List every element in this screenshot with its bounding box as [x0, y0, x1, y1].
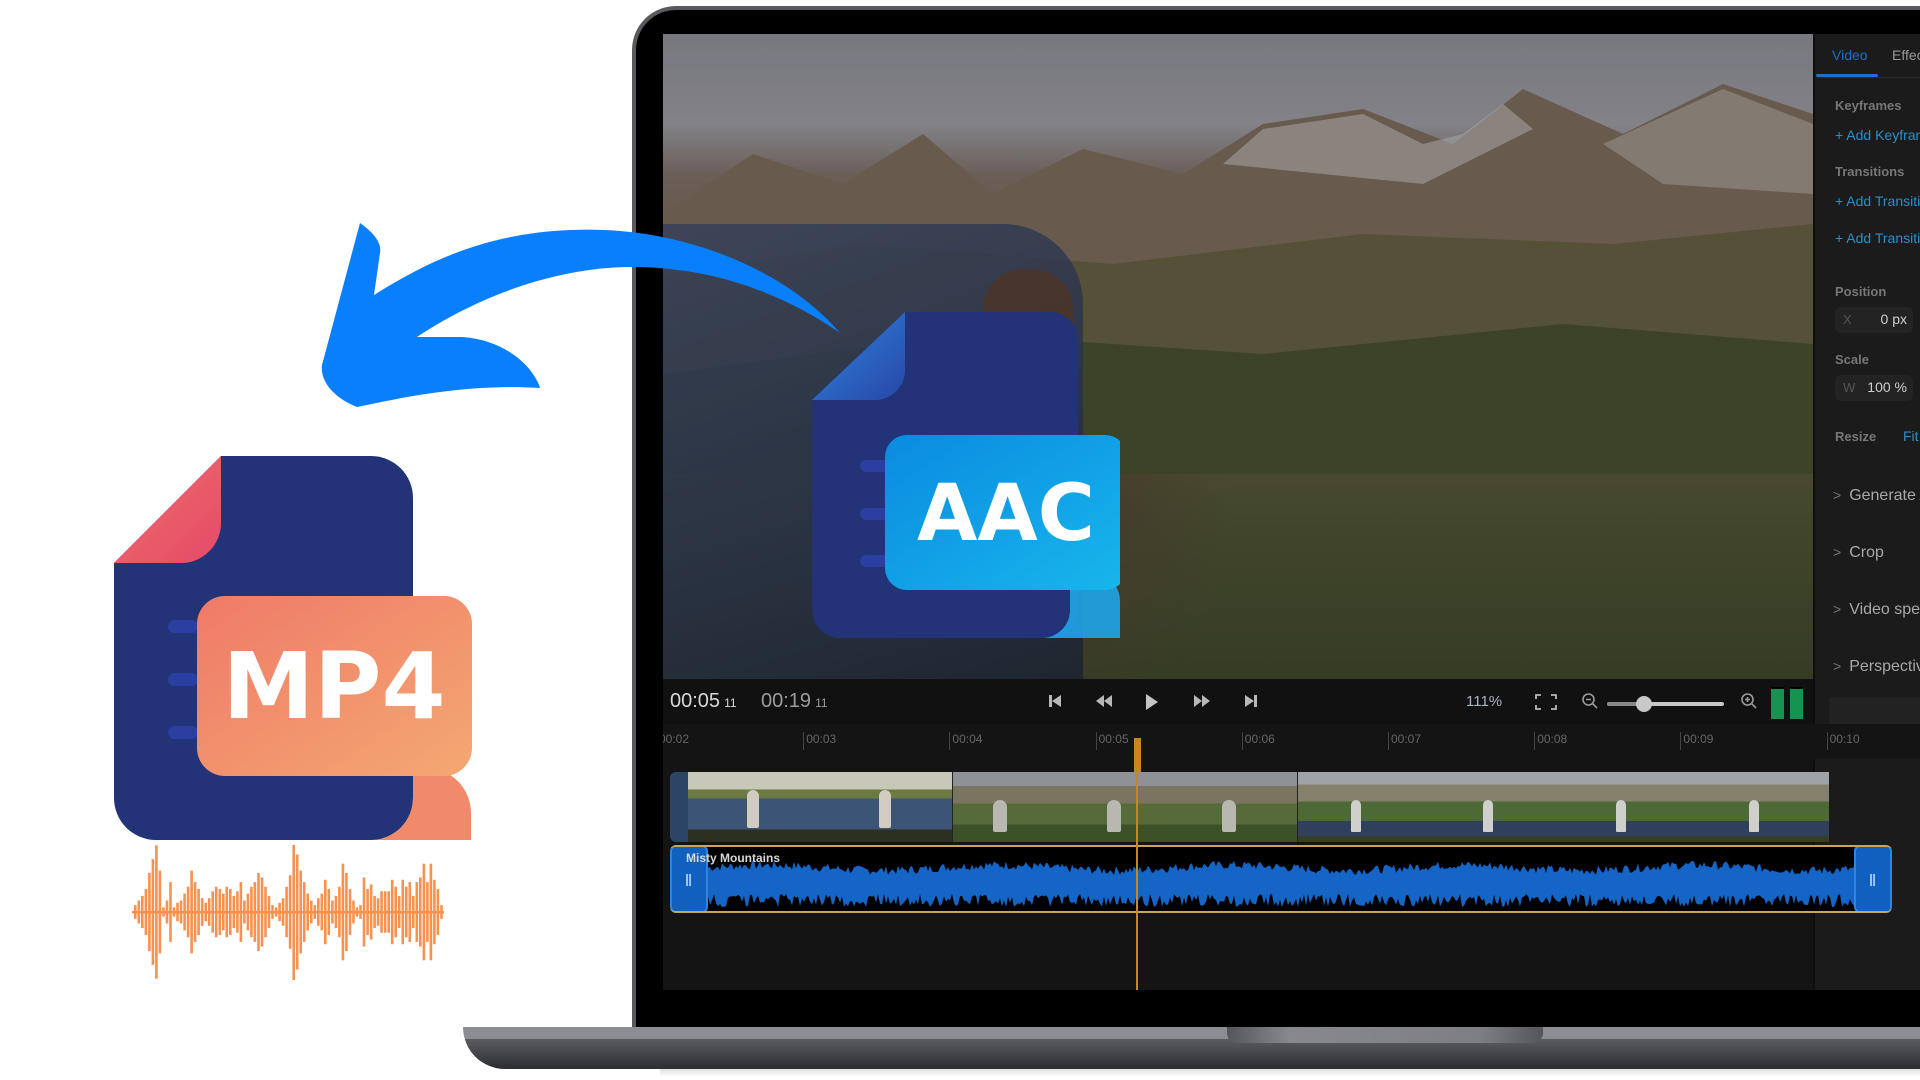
- resize-label: Resize: [1835, 429, 1877, 444]
- transport-bar: 00:05 11 00:19 11 111%: [663, 679, 1813, 724]
- scale-w-value: 100 %: [1867, 379, 1907, 395]
- tab-video[interactable]: Video: [1832, 47, 1868, 63]
- video-thumbnail: [1696, 772, 1829, 842]
- ruler-tick: 00:02: [663, 732, 690, 746]
- ruler-tick: 00:06: [1241, 732, 1275, 750]
- panel-tabs: Video Effects: [1815, 34, 1920, 78]
- section-crop[interactable]: > Crop: [1833, 544, 1884, 562]
- section-perspective[interactable]: >Perspective: [1833, 658, 1920, 676]
- total-duration: 00:19 11: [761, 690, 828, 712]
- ruler-tick: 00:05: [1095, 732, 1129, 750]
- video-thumbnail: [688, 772, 820, 842]
- video-thumbnail: [820, 772, 952, 842]
- active-tab-indicator: [1816, 74, 1878, 77]
- skip-to-start-icon[interactable]: [1048, 693, 1062, 709]
- audio-track[interactable]: Misty Mountains: [670, 845, 1892, 913]
- ruler-tick: 00:10: [1826, 732, 1860, 750]
- grip-icon: [1870, 874, 1875, 886]
- laptop-base: [463, 1027, 1920, 1069]
- zoom-percent: 111%: [1466, 693, 1503, 710]
- video-thumbnail: [1563, 772, 1696, 842]
- video-thumbnail: [1182, 772, 1297, 842]
- laptop-shadow: [660, 1069, 1920, 1077]
- playhead-line: [1135, 772, 1138, 990]
- position-label: Position: [1835, 284, 1887, 299]
- ruler-tick: 00:04: [949, 732, 982, 750]
- scale-w-field[interactable]: W 100 %: [1835, 375, 1913, 401]
- audio-meter-left: [1771, 687, 1784, 719]
- laptop-notch: [1227, 1027, 1543, 1043]
- slider-thumb[interactable]: [1636, 696, 1653, 712]
- mp4-file-icon: MP4: [114, 456, 472, 840]
- play-icon[interactable]: [1145, 693, 1159, 711]
- video-thumbnail: [1067, 772, 1182, 842]
- video-thumbnail: [1297, 772, 1430, 842]
- promo-stage: Video Effects Keyframes + Add Keyframe T…: [0, 0, 1920, 1080]
- timeline-ruler[interactable]: 00:02 00:03 00:04 00:05 00:06 00:07 00:08 00:09…: [663, 724, 1920, 759]
- waveform-axis: [132, 911, 444, 914]
- position-x-value: 0 px: [1880, 311, 1907, 327]
- add-transition-out-button[interactable]: + Add Transition: [1835, 230, 1920, 246]
- rewind-icon[interactable]: [1095, 693, 1113, 709]
- chevron-right-icon: >: [1833, 487, 1842, 503]
- skip-to-end-icon[interactable]: [1244, 693, 1258, 709]
- section-generate-ai[interactable]: >Generate AI: [1833, 487, 1920, 505]
- ruler-tick: 00:07: [1388, 732, 1421, 750]
- aac-label: AAC: [917, 469, 1095, 559]
- audio-waveform: [708, 860, 1854, 908]
- audio-waveform-icon: [132, 845, 444, 980]
- zoom-out-icon[interactable]: [1581, 692, 1599, 710]
- video-track[interactable]: [670, 772, 1892, 842]
- ruler-tick: 00:03: [803, 732, 836, 750]
- fullscreen-icon[interactable]: [1535, 694, 1557, 710]
- ruler-tick: 00:09: [1680, 732, 1713, 750]
- video-thumbnail: [670, 772, 688, 842]
- audio-clip-name: Misty Mountains: [686, 851, 781, 865]
- zoom-in-icon[interactable]: [1740, 692, 1758, 710]
- transitions-label: Transitions: [1835, 164, 1905, 179]
- scale-label: Scale: [1835, 352, 1869, 367]
- tab-effects[interactable]: Effects: [1892, 47, 1920, 63]
- convert-arrow-icon: [321, 223, 840, 407]
- w-axis-label: W: [1843, 380, 1856, 395]
- grip-icon: [686, 874, 691, 886]
- x-axis-label: X: [1843, 312, 1852, 327]
- ruler-tick: 00:08: [1534, 732, 1567, 750]
- timeline-zoom-slider[interactable]: [1607, 696, 1724, 712]
- position-x-field[interactable]: X 0 px: [1835, 307, 1913, 333]
- audio-meter-right: [1790, 687, 1803, 719]
- chevron-right-icon: >: [1833, 544, 1842, 560]
- chevron-right-icon: >: [1833, 601, 1842, 617]
- add-keyframe-button[interactable]: + Add Keyframe: [1835, 127, 1920, 143]
- section-video-speed[interactable]: >Video speed: [1833, 601, 1920, 619]
- audio-trim-handle-right[interactable]: [1854, 847, 1892, 911]
- fast-forward-icon[interactable]: [1193, 693, 1211, 709]
- resize-fit-button[interactable]: Fit: [1903, 428, 1919, 444]
- video-thumbnail: [1430, 772, 1563, 842]
- waveform-path: [708, 860, 1854, 908]
- aac-file-icon: AAC: [812, 312, 1120, 638]
- current-timecode: 00:05 11: [670, 690, 737, 712]
- add-transition-in-button[interactable]: + Add Transition: [1835, 193, 1920, 209]
- keyframes-label: Keyframes: [1835, 98, 1902, 113]
- video-thumbnail: [952, 772, 1067, 842]
- mp4-label: MP4: [223, 633, 446, 740]
- playhead-handle[interactable]: [1133, 738, 1141, 772]
- chevron-right-icon: >: [1833, 658, 1842, 674]
